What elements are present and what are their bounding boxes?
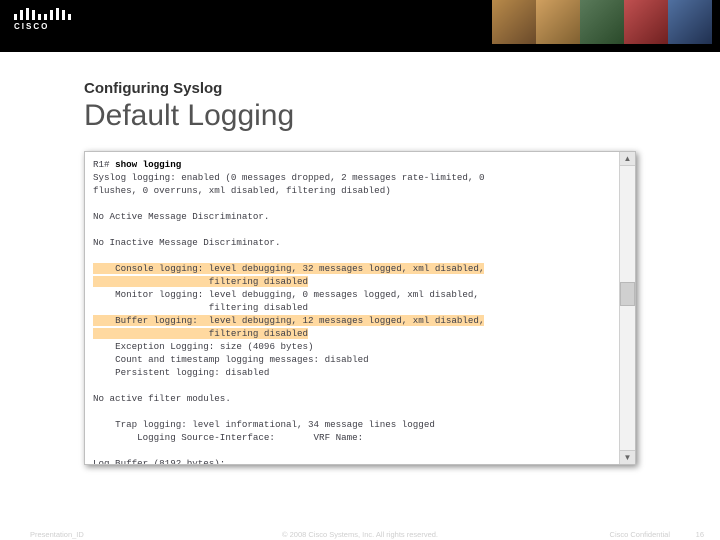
footer-left: Presentation_ID bbox=[30, 530, 84, 539]
slide: CISCO Configuring Syslog Default Logging… bbox=[0, 0, 720, 540]
terminal-window: R1# show logging Syslog logging: enabled… bbox=[84, 151, 636, 465]
decorative-photo bbox=[536, 0, 580, 44]
out-line: No Active Message Discriminator. bbox=[93, 211, 269, 222]
photo-strip bbox=[492, 0, 712, 44]
out-line: filtering disabled bbox=[93, 302, 308, 313]
slide-title: Default Logging bbox=[84, 99, 720, 133]
scroll-down-icon[interactable]: ▼ bbox=[620, 450, 635, 464]
out-line: Logging Source-Interface: VRF Name: bbox=[93, 432, 363, 443]
out-line: Trap logging: level informational, 34 me… bbox=[93, 419, 435, 430]
prompt: R1# bbox=[93, 159, 110, 170]
topbar: CISCO bbox=[0, 0, 720, 52]
out-line-highlight: filtering disabled bbox=[93, 276, 308, 287]
scroll-up-icon[interactable]: ▲ bbox=[620, 152, 635, 166]
out-line-highlight: filtering disabled bbox=[93, 328, 308, 339]
out-line-highlight: Console logging: level debugging, 32 mes… bbox=[93, 263, 484, 274]
cisco-bars-icon bbox=[14, 8, 71, 20]
out-line: Log Buffer (8192 bytes): bbox=[93, 458, 225, 464]
out-line: Monitor logging: level debugging, 0 mess… bbox=[93, 289, 479, 300]
brand-name: CISCO bbox=[14, 22, 71, 31]
page-number: 16 bbox=[696, 530, 704, 539]
out-line-highlight: Buffer logging: level debugging, 12 mess… bbox=[93, 315, 484, 326]
decorative-photo bbox=[580, 0, 624, 44]
out-line: No Inactive Message Discriminator. bbox=[93, 237, 280, 248]
out-line: Exception Logging: size (4096 bytes) bbox=[93, 341, 314, 352]
scroll-thumb[interactable] bbox=[620, 282, 635, 306]
scrollbar[interactable]: ▲ ▼ bbox=[619, 152, 635, 464]
command: show logging bbox=[115, 159, 181, 170]
heading-block: Configuring Syslog Default Logging bbox=[0, 52, 720, 133]
terminal-output: R1# show logging Syslog logging: enabled… bbox=[85, 152, 619, 464]
out-line: Persistent logging: disabled bbox=[93, 367, 269, 378]
decorative-photo bbox=[624, 0, 668, 44]
out-line: Syslog logging: enabled (0 messages drop… bbox=[93, 172, 484, 183]
decorative-photo bbox=[492, 0, 536, 44]
footer-confidential: Cisco Confidential bbox=[610, 530, 670, 539]
slide-kicker: Configuring Syslog bbox=[84, 80, 720, 97]
out-line: Count and timestamp logging messages: di… bbox=[93, 354, 369, 365]
decorative-photo bbox=[668, 0, 712, 44]
out-line: flushes, 0 overruns, xml disabled, filte… bbox=[93, 185, 391, 196]
brand-logo: CISCO bbox=[14, 8, 71, 31]
footer-copyright: © 2008 Cisco Systems, Inc. All rights re… bbox=[282, 530, 438, 539]
out-line: No active filter modules. bbox=[93, 393, 231, 404]
